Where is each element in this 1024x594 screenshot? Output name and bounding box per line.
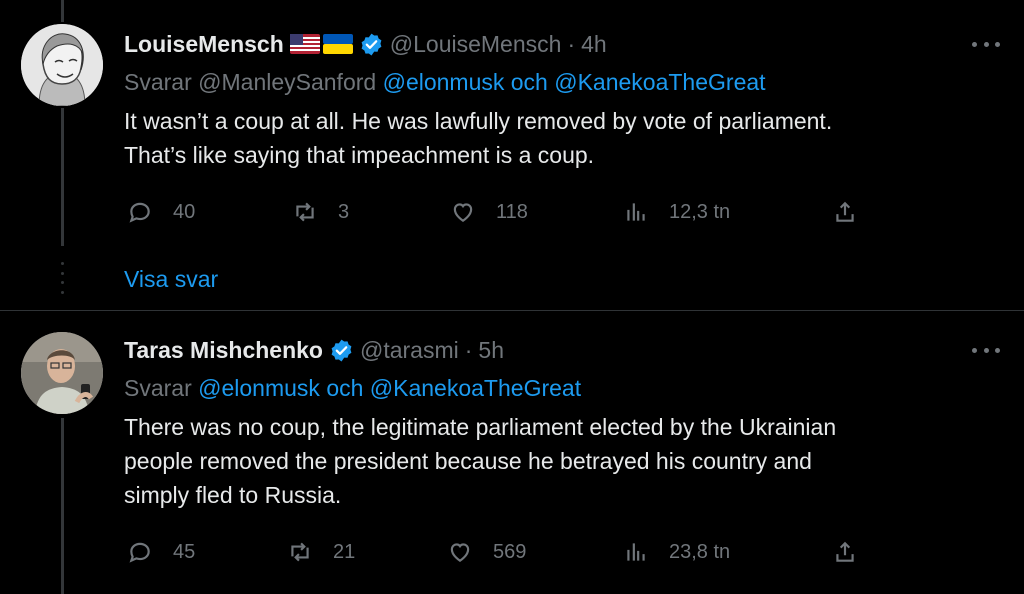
repost-icon bbox=[296, 202, 314, 222]
verified-badge-icon bbox=[331, 339, 352, 361]
handle[interactable]: @LouiseMensch bbox=[390, 31, 562, 58]
tweet-louisemensch[interactable]: LouiseMensch @LouiseMensch · 4h Svarar @… bbox=[0, 0, 1024, 246]
verified-badge-icon bbox=[361, 33, 382, 55]
share-icon bbox=[836, 201, 854, 222]
reply-context: Svarar @elonmusk och @KanekoaTheGreat bbox=[124, 375, 581, 402]
timestamp[interactable]: 5h bbox=[478, 337, 504, 364]
separator: · bbox=[464, 336, 473, 363]
avatar[interactable] bbox=[21, 24, 103, 106]
repost-icon bbox=[291, 542, 309, 562]
display-name[interactable]: Taras Mishchenko bbox=[124, 337, 323, 364]
tweet-header: Taras Mishchenko @tarasmi · 5h bbox=[124, 336, 504, 364]
tweet-text-line: That’s like saying that impeachment is a… bbox=[124, 142, 595, 168]
repost-count: 3 bbox=[338, 200, 350, 223]
views-icon bbox=[627, 543, 645, 561]
separator: · bbox=[567, 30, 576, 57]
heart-icon bbox=[450, 543, 470, 562]
reply-context: Svarar @ManleySanford @elonmusk och @Kan… bbox=[124, 69, 766, 96]
repost-count: 21 bbox=[333, 540, 356, 563]
more-options-icon[interactable] bbox=[972, 34, 1000, 54]
views-icon bbox=[627, 203, 645, 221]
tweet-text-line: people removed the president because he … bbox=[124, 448, 812, 474]
action-bar: 45 21 569 23,8 tn bbox=[124, 537, 864, 567]
share-button[interactable] bbox=[832, 197, 858, 227]
tweet-tarasmi[interactable]: Taras Mishchenko @tarasmi · 5h Svarar @e… bbox=[0, 311, 1024, 594]
heart-icon bbox=[453, 203, 473, 222]
display-name[interactable]: LouiseMensch bbox=[124, 31, 284, 58]
action-bar: 40 3 118 12,3 tn bbox=[124, 197, 864, 227]
like-count: 118 bbox=[496, 200, 528, 223]
views-button[interactable]: 23,8 tn bbox=[623, 537, 730, 567]
ukraine-flag-icon bbox=[322, 34, 353, 54]
handle[interactable]: @tarasmi bbox=[360, 337, 459, 364]
tweet-text-line: simply fled to Russia. bbox=[124, 482, 342, 508]
reply-to-mentions[interactable]: @elonmusk och @KanekoaTheGreat bbox=[198, 375, 581, 401]
views-count: 12,3 tn bbox=[669, 200, 731, 223]
show-replies-link[interactable]: Visa svar bbox=[124, 266, 218, 293]
reply-prefix: Svarar bbox=[124, 375, 192, 401]
reply-count: 40 bbox=[173, 200, 196, 223]
thread-dots bbox=[60, 262, 64, 294]
reply-count: 45 bbox=[173, 540, 196, 563]
reply-prefix: Svarar bbox=[124, 69, 192, 95]
like-count: 569 bbox=[493, 540, 527, 563]
avatar[interactable] bbox=[21, 332, 103, 414]
tweet-text: There was no coup, the legitimate parlia… bbox=[124, 410, 984, 512]
reply-to-mentions[interactable]: @elonmusk och @KanekoaTheGreat bbox=[383, 69, 766, 95]
repost-button[interactable]: 3 bbox=[292, 197, 349, 227]
views-button[interactable]: 12,3 tn bbox=[623, 197, 730, 227]
us-flag-icon bbox=[289, 34, 320, 54]
more-options-icon[interactable] bbox=[972, 340, 1000, 360]
tweet-text: It wasn’t a coup at all. He was lawfully… bbox=[124, 104, 984, 172]
views-count: 23,8 tn bbox=[669, 540, 731, 563]
reply-button[interactable]: 40 bbox=[127, 197, 195, 227]
repost-button[interactable]: 21 bbox=[287, 537, 355, 567]
like-button[interactable]: 569 bbox=[447, 537, 526, 567]
like-button[interactable]: 118 bbox=[450, 197, 528, 227]
share-button[interactable] bbox=[832, 537, 858, 567]
reply-to-user[interactable]: @ManleySanford bbox=[198, 69, 376, 95]
reply-icon bbox=[129, 542, 150, 563]
reply-button[interactable]: 45 bbox=[127, 537, 195, 567]
timestamp[interactable]: 4h bbox=[581, 31, 607, 58]
tweet-header: LouiseMensch @LouiseMensch · 4h bbox=[124, 30, 607, 58]
reply-icon bbox=[129, 202, 150, 223]
tweet-text-line: There was no coup, the legitimate parlia… bbox=[124, 414, 837, 440]
share-icon bbox=[836, 541, 854, 562]
show-replies-row[interactable]: Visa svar bbox=[0, 246, 1024, 308]
tweet-text-line: It wasn’t a coup at all. He was lawfully… bbox=[124, 108, 833, 134]
